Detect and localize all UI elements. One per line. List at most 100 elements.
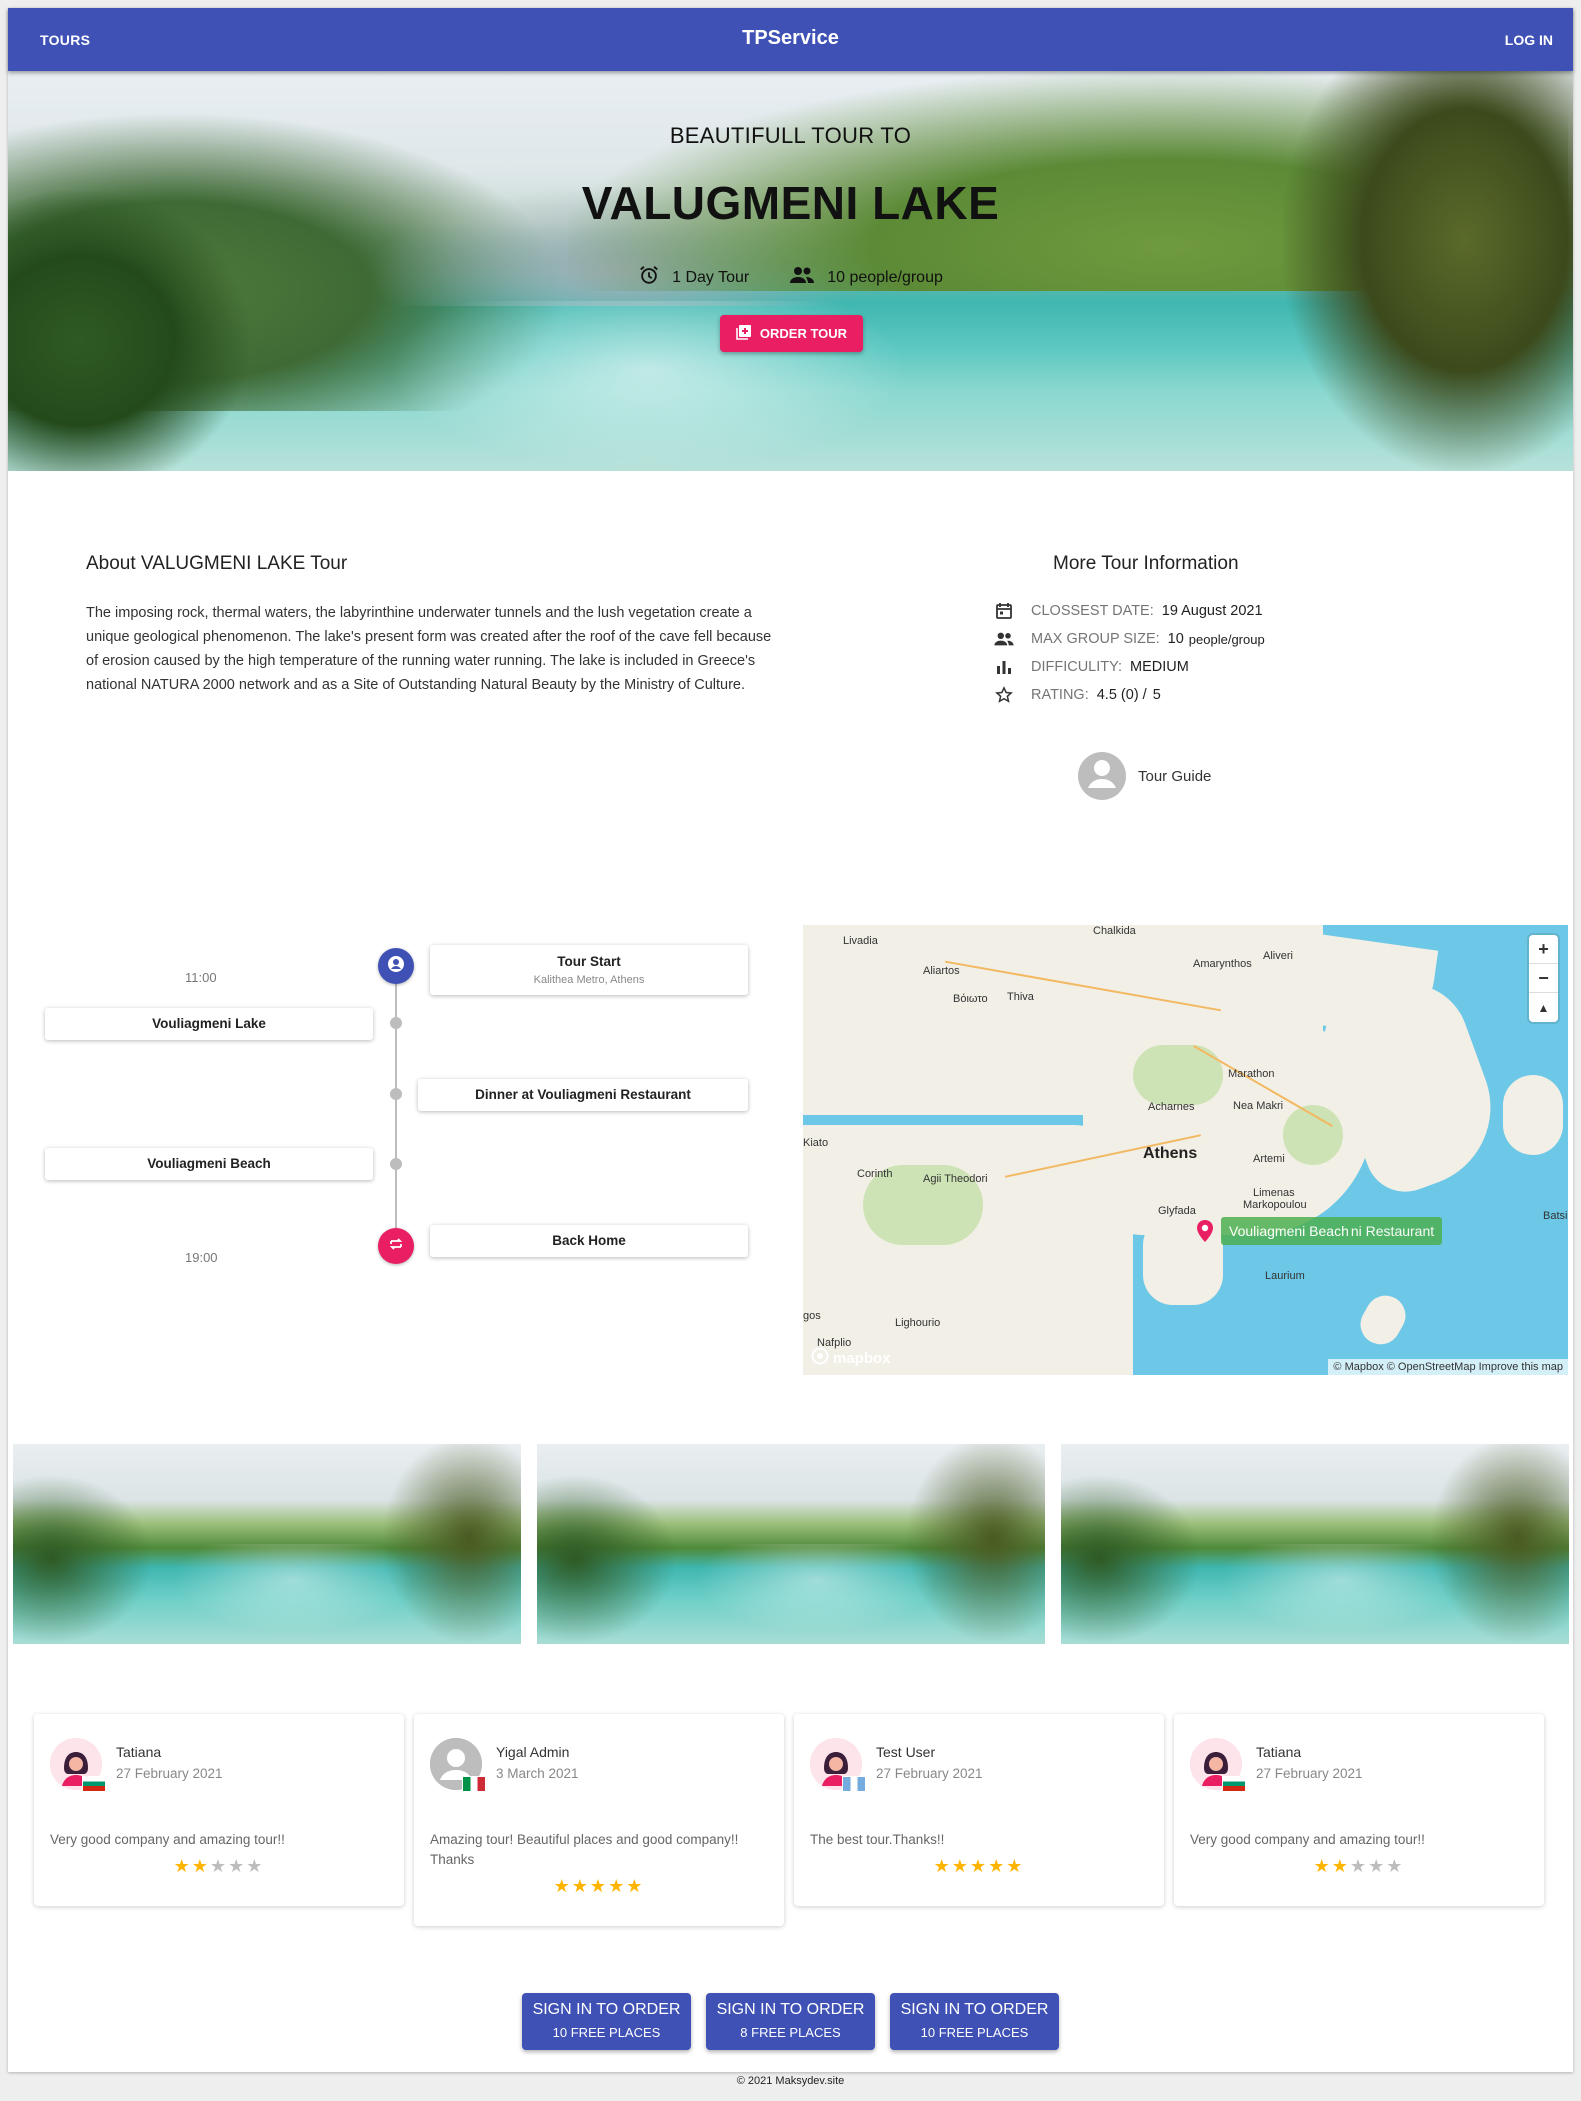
zoom-out-button[interactable]: − <box>1529 964 1558 993</box>
user-avatar <box>50 1738 106 1792</box>
star-outline-icon <box>993 686 1015 704</box>
sign-in-label: SIGN IN TO ORDER <box>716 2001 865 2018</box>
end-marker <box>378 1228 414 1264</box>
tour-timeline: 11:00 Tour Start Kalithea Metro, Athens … <box>8 928 788 1288</box>
map-label: Kiato <box>803 1137 829 1149</box>
duration-text: 1 Day Tour <box>672 268 750 286</box>
timeline-card-dinner[interactable]: Dinner at Vouliagmeni Restaurant <box>418 1079 748 1111</box>
footer-copyright: © 2021 Maksydev.site <box>736 2075 845 2087</box>
map-label-athens: Athens <box>1143 1145 1198 1162</box>
map-label: Amarynthos <box>1193 958 1252 970</box>
timeline-card-start[interactable]: Tour Start Kalithea Metro, Athens <box>430 945 748 995</box>
review-card: Test User 27 February 2021 The best tour… <box>794 1714 1164 1906</box>
start-marker <box>378 948 414 984</box>
sign-in-to-order-button[interactable]: SIGN IN TO ORDER 8 FREE PLACES <box>706 1993 875 2050</box>
timeline-line <box>395 963 397 1243</box>
rating-row: RATING: 4.5 (0) / 5 <box>993 681 1373 709</box>
mapbox-logo[interactable]: mapbox <box>811 1347 891 1369</box>
group-size-row: MAX GROUP SIZE: 10 people/group <box>993 625 1373 653</box>
info-title: More Tour Information <box>1053 553 1239 574</box>
star-empty-icon: ★ <box>246 1856 265 1876</box>
map-label: gos <box>803 1310 821 1322</box>
account-circle-icon <box>1078 750 1126 802</box>
map-pin-icon[interactable] <box>1196 1219 1214 1248</box>
closest-date-value: 19 August 2021 <box>1161 603 1263 619</box>
star-empty-icon: ★ <box>1386 1856 1405 1876</box>
review-text: Very good company and amazing tour!! <box>1190 1832 1425 1847</box>
map-label: Markopoulou <box>1243 1199 1307 1211</box>
zoom-in-button[interactable]: + <box>1529 935 1558 964</box>
review-text: Amazing tour! Beautiful places and good … <box>430 1832 739 1867</box>
gallery-image[interactable] <box>1061 1444 1569 1644</box>
review-header: Tatiana 27 February 2021 <box>1190 1738 1363 1792</box>
login-button[interactable]: LOG IN <box>1497 28 1561 52</box>
tour-guide[interactable]: Tour Guide <box>1078 752 1211 800</box>
difficulty-row: DIFFICULITY: MEDIUM <box>993 653 1373 681</box>
people-icon <box>789 265 815 290</box>
map-label: Aliveri <box>1263 950 1293 962</box>
star-filled-icon: ★ <box>1331 1856 1350 1876</box>
map-popup[interactable]: Vouliagmeni Beach ni Restaurant <box>1221 1217 1443 1245</box>
star-filled-icon: ★ <box>589 1876 609 1896</box>
timeline-card-beach[interactable]: Vouliagmeni Beach <box>45 1148 373 1180</box>
review-header: Tatiana 27 February 2021 <box>50 1738 223 1792</box>
map-label: Laurium <box>1265 1270 1305 1282</box>
gallery-image[interactable] <box>13 1444 521 1644</box>
review-rating: ★★★★★ <box>414 1876 784 1897</box>
sign-in-to-order-button[interactable]: SIGN IN TO ORDER 10 FREE PLACES <box>890 1993 1059 2050</box>
review-card: Yigal Admin 3 March 2021 Amazing tour! B… <box>414 1714 784 1926</box>
gallery-image[interactable] <box>537 1444 1045 1644</box>
free-places-label: 10 FREE PLACES <box>920 2025 1029 2040</box>
review-date: 27 February 2021 <box>1256 1766 1363 1781</box>
map-label: Corinth <box>857 1168 893 1180</box>
timeline-dot <box>390 1017 402 1029</box>
map-attribution[interactable]: © Mapbox © OpenStreetMap Improve this ma… <box>1328 1359 1568 1375</box>
timeline-card-end[interactable]: Back Home <box>430 1225 748 1257</box>
rating-label: RATING: <box>1031 687 1089 703</box>
hero-banner: BEAUTIFULL TOUR TO VALUGMENI LAKE 1 Day … <box>8 71 1573 471</box>
review-header: Test User 27 February 2021 <box>810 1738 983 1792</box>
map-label: Chalkida <box>1093 925 1136 937</box>
review-text: The best tour.Thanks!! <box>810 1832 945 1847</box>
app-bar: TOURS TPService LOG IN <box>8 8 1573 71</box>
sign-in-label: SIGN IN TO ORDER <box>532 2001 681 2018</box>
about-text: The imposing rock, thermal waters, the l… <box>86 605 772 693</box>
map-land <box>803 1125 1133 1375</box>
reviewer-name: Yigal Admin <box>496 1744 570 1760</box>
about-title: About VALUGMENI LAKE Tour <box>86 553 348 574</box>
about-section: About VALUGMENI LAKE Tour The imposing r… <box>86 553 786 697</box>
difficulty-value: MEDIUM <box>1130 659 1189 675</box>
star-filled-icon: ★ <box>608 1876 627 1896</box>
tour-info-section: More Tour Information CLOSSEST DATE: 19 … <box>993 553 1373 709</box>
closest-date-row: CLOSSEST DATE: 19 August 2021 <box>993 597 1373 625</box>
review-date: 27 February 2021 <box>116 1766 223 1781</box>
map-label: Βόιωτο <box>953 993 988 1005</box>
star-filled-icon: ★ <box>1313 1856 1332 1876</box>
bulgaria-flag-icon <box>82 1776 106 1792</box>
star-filled-icon: ★ <box>173 1856 192 1876</box>
hero-title: VALUGMENI LAKE <box>581 177 1000 229</box>
compass-button[interactable]: ▲ <box>1529 993 1558 1022</box>
sign-in-to-order-button[interactable]: SIGN IN TO ORDER 10 FREE PLACES <box>522 1993 691 2050</box>
map-label: Aliartos <box>923 965 960 977</box>
repeat-icon <box>387 1235 405 1258</box>
closest-date-label: CLOSSEST DATE: <box>1031 603 1154 619</box>
review-date: 3 March 2021 <box>496 1766 579 1781</box>
order-tour-label: ORDER TOUR <box>759 326 848 341</box>
timeline-dot <box>390 1158 402 1170</box>
star-empty-icon: ★ <box>1349 1856 1369 1876</box>
map-label: Artemi <box>1253 1153 1285 1165</box>
map-label: Batsi <box>1543 1210 1568 1222</box>
tour-map[interactable]: Livadia Chalkida Aliartos Βόιωτο Thiva A… <box>803 925 1568 1375</box>
timeline-card-lake[interactable]: Vouliagmeni Lake <box>45 1008 373 1040</box>
star-filled-icon: ★ <box>933 1856 952 1876</box>
italy-flag-icon <box>462 1776 486 1792</box>
free-places-label: 10 FREE PLACES <box>552 2025 661 2040</box>
group-text: 10 people/group <box>827 268 943 286</box>
order-tour-button[interactable]: ORDER TOUR <box>720 315 863 352</box>
review-date: 27 February 2021 <box>876 1766 983 1781</box>
hero-subtitle: BEAUTIFULL TOUR TO <box>669 123 912 148</box>
page: TOURS TPService LOG IN BEAUTIFULL TOUR T… <box>8 8 1573 2072</box>
map-label: Lighourio <box>895 1317 941 1329</box>
brand-title[interactable]: TPService <box>8 27 1573 50</box>
